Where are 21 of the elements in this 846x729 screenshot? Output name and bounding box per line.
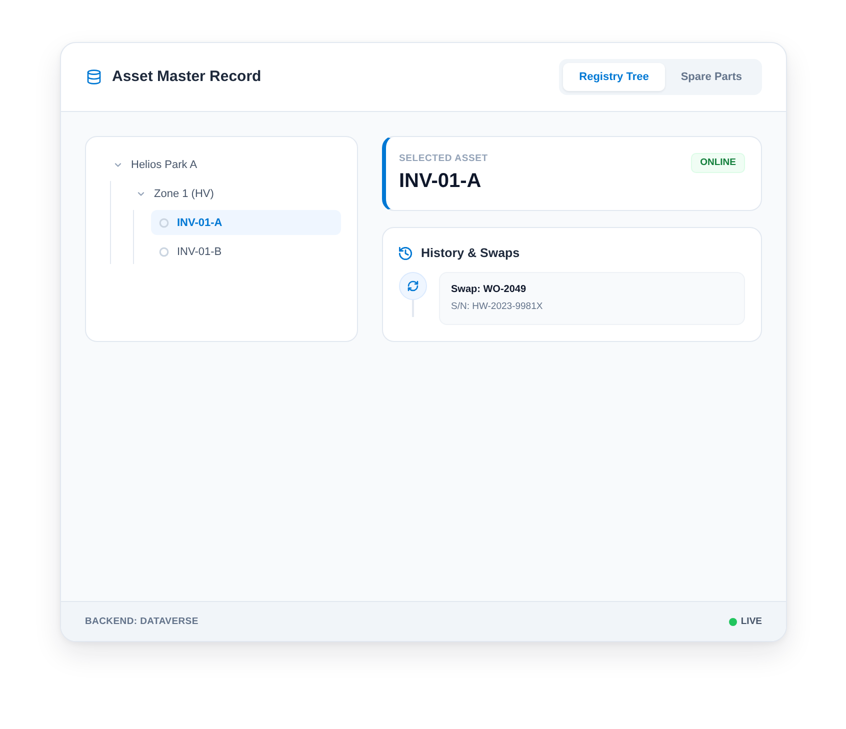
serial-number: S/N: HW-2023-9981X <box>451 300 544 314</box>
status-dot-icon <box>728 618 737 626</box>
section-title: History & Swaps <box>421 246 520 260</box>
connection-label: LIVE <box>740 616 762 627</box>
asset-name: INV-01-A <box>399 169 482 194</box>
app-title: Asset Master Record <box>112 67 262 87</box>
tree-item[interactable]: Zone 1 (HV) <box>128 181 341 206</box>
circle-icon <box>159 246 169 256</box>
history-icon <box>399 246 412 260</box>
circle-icon <box>159 218 169 228</box>
tree-item[interactable]: INV-01-A <box>151 210 341 235</box>
tree-item[interactable]: INV-01-B <box>151 239 341 264</box>
tree-item[interactable]: Helios Park A <box>105 152 341 177</box>
backend-label: BACKEND: DATAVERSE <box>85 616 198 627</box>
refresh-icon <box>399 272 427 300</box>
entry-title: Swap: WO-2049 <box>451 283 528 297</box>
tab[interactable]: Spare Parts <box>664 63 758 91</box>
section-label: SELECTED ASSET <box>399 153 488 165</box>
tab[interactable]: Registry Tree <box>563 63 665 91</box>
status-badge: ONLINE <box>691 153 745 173</box>
database-icon <box>86 69 102 85</box>
